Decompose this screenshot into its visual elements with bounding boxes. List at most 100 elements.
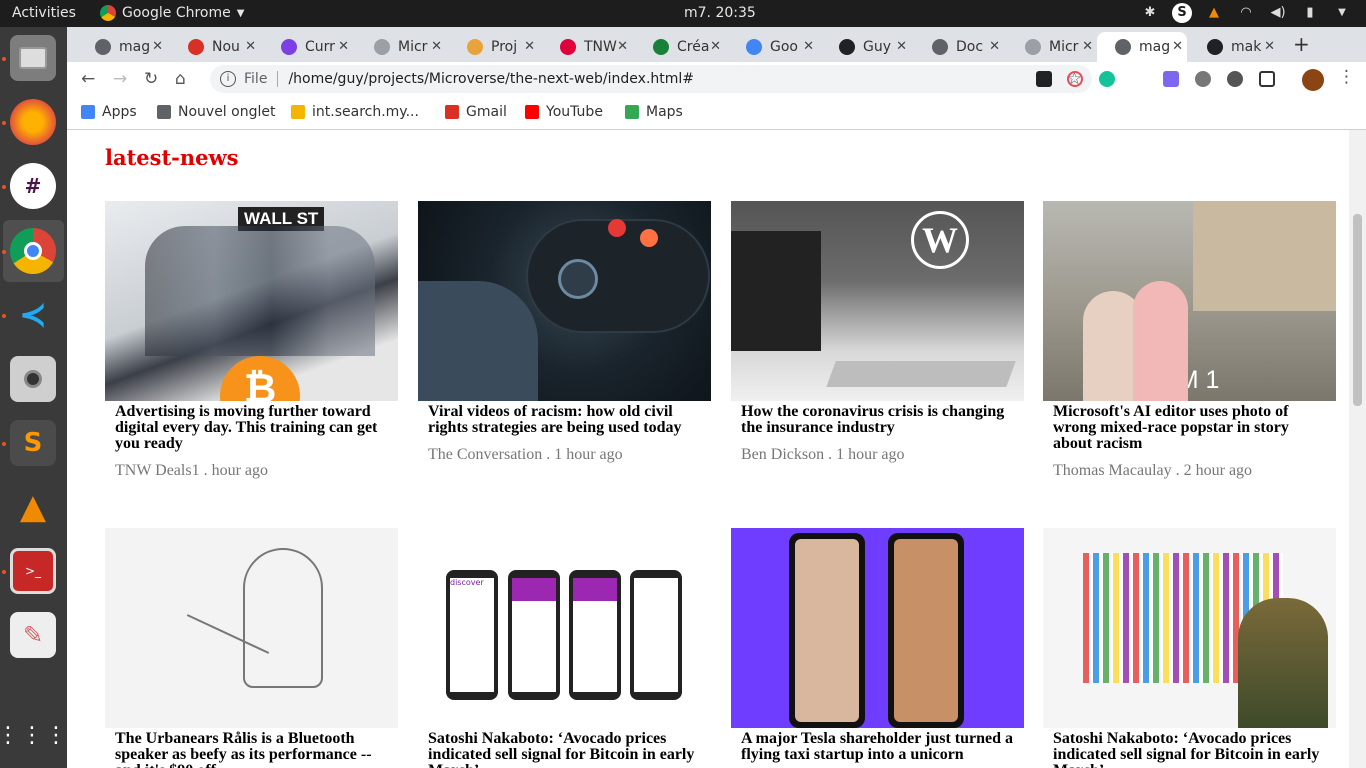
close-tab-icon[interactable]: ✕ (989, 39, 1000, 54)
close-tab-icon[interactable]: ✕ (1082, 39, 1093, 54)
extension-icon[interactable] (1227, 71, 1243, 87)
home-icon[interactable]: ⌂ (175, 69, 186, 89)
sublime-text-icon[interactable]: S (10, 420, 56, 466)
article-headline[interactable]: Viral videos of racism: how old civil ri… (428, 404, 701, 436)
clock[interactable]: m7. 20:35 (684, 5, 756, 21)
close-tab-icon[interactable]: ✕ (710, 39, 721, 54)
browser-tab[interactable]: Goo ✕ (728, 32, 818, 62)
close-tab-icon[interactable]: ✕ (431, 39, 442, 54)
wifi-icon[interactable]: ◠ (1236, 3, 1256, 23)
close-tab-icon[interactable]: ✕ (803, 39, 814, 54)
article-headline[interactable]: Microsoft's AI editor uses photo of wron… (1053, 404, 1326, 452)
scrollbar-thumb[interactable] (1353, 214, 1362, 406)
article-headline[interactable]: Advertising is moving further toward dig… (115, 404, 388, 452)
article-image[interactable]: W (731, 201, 1024, 401)
article-card[interactable]: discover Satoshi Nakaboto: ‘Avocado price… (418, 528, 711, 768)
article-image[interactable]: CAM 1 (1043, 201, 1336, 401)
divider (277, 71, 279, 87)
close-tab-icon[interactable]: ✕ (338, 39, 349, 54)
browser-tab[interactable]: Proj ✕ (449, 32, 539, 62)
forward-icon[interactable]: → (113, 69, 127, 89)
browser-tab[interactable]: mag ✕ (77, 32, 167, 62)
article-headline[interactable]: Satoshi Nakaboto: ‘Avocado prices indica… (1053, 731, 1326, 768)
battery-icon[interactable]: ▮ (1300, 3, 1320, 23)
browser-tab[interactable]: Curr ✕ (263, 32, 353, 62)
bookmark-favicon-icon (81, 105, 95, 119)
back-icon[interactable]: ← (81, 69, 95, 89)
close-tab-icon[interactable]: ✕ (617, 39, 628, 54)
bookmark-item[interactable]: YouTube (525, 104, 603, 120)
bookmark-item[interactable]: int.search.my... (291, 104, 419, 120)
article-headline[interactable]: The Urbanears Rålis is a Bluetooth speak… (115, 731, 388, 768)
joystick-icon (558, 259, 598, 299)
close-tab-icon[interactable]: ✕ (152, 39, 163, 54)
close-tab-icon[interactable]: ✕ (245, 39, 256, 54)
article-card[interactable]: Satoshi Nakaboto: ‘Avocado prices indica… (1043, 528, 1336, 768)
browser-tab[interactable]: Micr ✕ (1007, 32, 1097, 62)
article-image[interactable]: WALL ST ₿ (105, 201, 398, 401)
article-card[interactable]: A major Tesla shareholder just turned a … (731, 528, 1024, 768)
close-tab-icon[interactable]: ✕ (524, 39, 535, 54)
extension-icon[interactable] (1067, 71, 1083, 87)
app-menu[interactable]: Google Chrome ▼ (100, 5, 244, 21)
browser-tab[interactable]: Doc ✕ (914, 32, 1004, 62)
close-tab-icon[interactable]: ✕ (1172, 39, 1183, 54)
grammarly-icon[interactable] (1099, 71, 1115, 87)
article-card[interactable]: Viral videos of racism: how old civil ri… (418, 201, 711, 464)
extension-icon[interactable] (1259, 71, 1275, 87)
bookmark-item[interactable]: Apps (81, 104, 137, 120)
close-tab-icon[interactable]: ✕ (896, 39, 907, 54)
extension-icon[interactable] (1163, 71, 1179, 87)
browser-tab[interactable]: Créa ✕ (635, 32, 725, 62)
bookmark-item[interactable]: Gmail (445, 104, 507, 120)
browser-tab[interactable]: TNW ✕ (542, 32, 632, 62)
avatar[interactable] (1302, 69, 1324, 91)
article-image[interactable] (105, 528, 398, 728)
article-image[interactable]: discover (418, 528, 711, 728)
terminal-icon[interactable]: >_ (10, 548, 56, 594)
extension-icon[interactable] (1036, 71, 1052, 87)
new-tab-button[interactable]: + (1293, 32, 1310, 56)
url-text[interactable]: /home/guy/projects/Microverse/the-next-w… (288, 71, 694, 87)
phone-illustration (789, 533, 865, 728)
slack-icon[interactable]: # (10, 163, 56, 209)
browser-tab[interactable]: Nou ✕ (170, 32, 260, 62)
article-image[interactable] (731, 528, 1024, 728)
article-card[interactable]: WALL ST ₿ Advertising is moving further to… (105, 201, 398, 480)
firefox-icon[interactable] (10, 99, 56, 145)
article-headline[interactable]: A major Tesla shareholder just turned a … (741, 731, 1014, 763)
show-apps-icon[interactable]: ⋮⋮⋮ (0, 712, 67, 758)
close-tab-icon[interactable]: ✕ (1264, 39, 1275, 54)
chrome-icon[interactable] (10, 228, 56, 274)
slack-tray-icon[interactable]: ✱ (1140, 3, 1160, 23)
activities-button[interactable]: Activities (12, 5, 76, 21)
scrollbar[interactable] (1349, 130, 1366, 768)
files-icon[interactable] (10, 35, 56, 81)
camera-icon[interactable] (10, 356, 56, 402)
text-editor-icon[interactable]: ✎ (10, 612, 56, 658)
article-card[interactable]: The Urbanears Rålis is a Bluetooth speak… (105, 528, 398, 768)
vlc-icon[interactable]: ▲ (10, 484, 56, 530)
reload-icon[interactable]: ↻ (144, 69, 158, 89)
volume-icon[interactable]: ◀) (1268, 3, 1288, 23)
article-headline[interactable]: How the coronavirus crisis is changing t… (741, 404, 1014, 436)
browser-tab[interactable]: mag ✕ (1097, 32, 1187, 62)
article-image[interactable] (418, 201, 711, 401)
bookmark-item[interactable]: Nouvel onglet (157, 104, 275, 120)
menu-icon[interactable]: ⋮ (1338, 67, 1355, 87)
extension-icon[interactable] (1195, 71, 1211, 87)
browser-tab[interactable]: Guy ✕ (821, 32, 911, 62)
bookmark-item[interactable]: Maps (625, 104, 683, 120)
article-headline[interactable]: Satoshi Nakaboto: ‘Avocado prices indica… (428, 731, 701, 768)
article-card[interactable]: W How the coronavirus crisis is changing … (731, 201, 1024, 464)
article-image[interactable] (1043, 528, 1336, 728)
vscode-icon[interactable]: ≺ (10, 292, 56, 338)
skype-tray-icon[interactable]: S (1172, 3, 1192, 23)
vlc-tray-icon[interactable]: ▲ (1204, 3, 1224, 23)
article-card[interactable]: CAM 1Microsoft's AI editor uses photo of… (1043, 201, 1336, 480)
chevron-down-icon[interactable]: ▼ (1332, 3, 1352, 23)
browser-tab[interactable]: Micr ✕ (356, 32, 446, 62)
address-bar[interactable]: i File /home/guy/projects/Microverse/the… (210, 65, 1092, 93)
browser-tab[interactable]: mak ✕ (1189, 32, 1279, 62)
info-icon[interactable]: i (220, 71, 236, 87)
